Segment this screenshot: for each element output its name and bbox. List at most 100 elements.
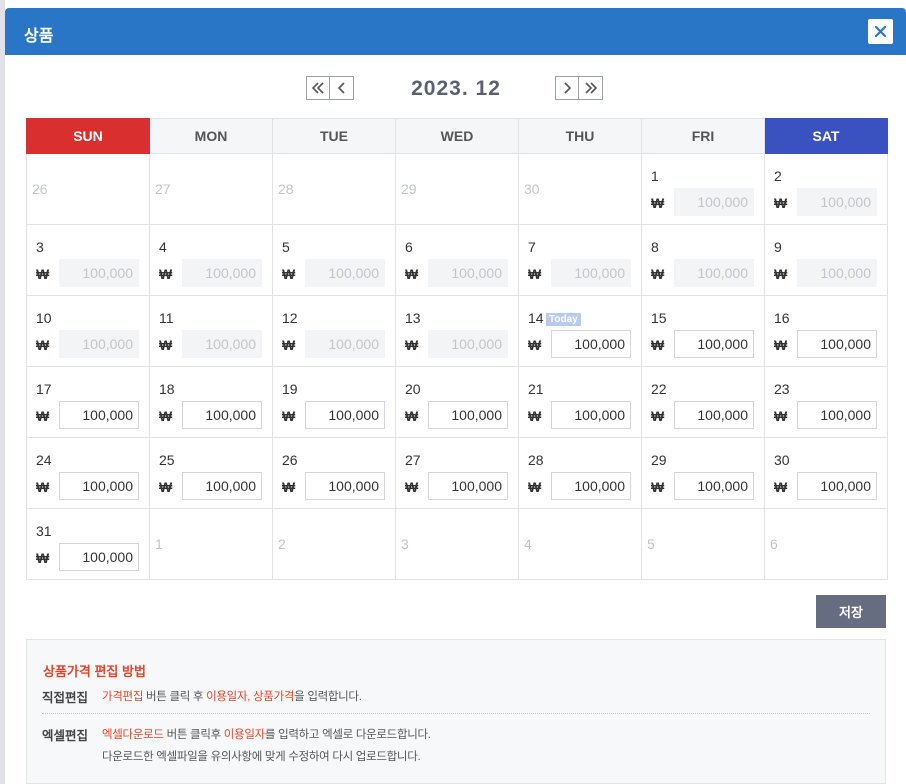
calendar-cell: 27 ₩ [395, 437, 519, 509]
price-input[interactable] [551, 472, 631, 500]
day-number: 27 [155, 181, 171, 197]
price-input[interactable] [59, 472, 139, 500]
won-symbol: ₩ [282, 479, 296, 495]
price-input[interactable] [674, 330, 754, 358]
day-number: 16 [774, 310, 790, 326]
excel-edit-label: 엑셀편집 [42, 729, 89, 743]
price-input[interactable] [797, 401, 877, 429]
price-input[interactable] [428, 472, 508, 500]
price-input[interactable] [797, 472, 877, 500]
won-symbol: ₩ [774, 479, 788, 495]
product-modal: 상품 2023. 12 SUN MON TUE WED THU FRI SAT … [5, 8, 906, 784]
calendar-cell: 28 ₩ [518, 437, 642, 509]
chevron-right-icon [564, 82, 572, 94]
calendar-cell-outside: 28 [272, 153, 396, 225]
price-input[interactable] [305, 401, 385, 429]
won-symbol: ₩ [774, 195, 788, 211]
prev-year-button[interactable] [306, 76, 330, 100]
price-input[interactable] [674, 472, 754, 500]
day-number: 26 [32, 181, 48, 197]
calendar-cell: 9 ₩ [764, 224, 888, 296]
calendar-cell: 10 ₩ [26, 295, 150, 367]
price-input [59, 259, 139, 287]
calendar-cell: 16 ₩ [764, 295, 888, 367]
day-number: 2 [774, 168, 782, 184]
day-number: 1 [155, 536, 163, 552]
price-input [797, 188, 877, 216]
save-button[interactable]: 저장 [816, 595, 886, 628]
excel-edit-highlight-2: 이용일자 [223, 729, 265, 741]
price-input[interactable] [674, 401, 754, 429]
calendar-cell: 8 ₩ [641, 224, 765, 296]
calendar-week-row: 17 ₩18 ₩19 ₩20 ₩21 ₩22 ₩23 ₩ [26, 366, 888, 438]
won-symbol: ₩ [282, 408, 296, 424]
direct-edit-label: 직접편집 [42, 691, 89, 705]
won-symbol: ₩ [651, 337, 665, 353]
day-number: 29 [401, 181, 417, 197]
price-input [674, 188, 754, 216]
day-number: 10 [36, 310, 52, 326]
weekday-tue: TUE [272, 118, 396, 154]
price-input [797, 259, 877, 287]
prev-month-button[interactable] [330, 76, 354, 100]
calendar-cell: 2 ₩ [764, 153, 888, 225]
month-title: 2023. 12 [411, 77, 501, 100]
won-symbol: ₩ [282, 337, 296, 353]
price-input[interactable] [182, 401, 262, 429]
price-input [428, 330, 508, 358]
calendar-cell-outside: 2 [272, 508, 396, 580]
weekday-fri: FRI [641, 118, 765, 154]
weekday-sun: SUN [26, 118, 150, 154]
day-number: 30 [524, 181, 540, 197]
next-month-button[interactable] [555, 76, 579, 100]
help-divider [42, 713, 870, 714]
day-number: 7 [528, 239, 536, 255]
calendar-cell: 29 ₩ [641, 437, 765, 509]
prev-nav [306, 76, 354, 100]
day-number: 29 [651, 452, 667, 468]
price-input[interactable] [182, 472, 262, 500]
day-number: 14 [528, 310, 544, 326]
price-input[interactable] [59, 543, 139, 571]
next-year-button[interactable] [579, 76, 603, 100]
won-symbol: ₩ [36, 550, 50, 566]
calendar-cell: 14 Today ₩ [518, 295, 642, 367]
day-number: 28 [528, 452, 544, 468]
won-symbol: ₩ [528, 266, 542, 282]
weekday-header-row: SUN MON TUE WED THU FRI SAT [26, 118, 888, 154]
chevron-left-icon [337, 82, 345, 94]
won-symbol: ₩ [528, 479, 542, 495]
excel-edit-text-2: 를 입력하고 엑셀로 다운로드합니다. [264, 729, 431, 741]
won-symbol: ₩ [36, 266, 50, 282]
price-input[interactable] [551, 330, 631, 358]
won-symbol: ₩ [651, 266, 665, 282]
calendar-cell-outside: 5 [641, 508, 765, 580]
calendar-cell: 30 ₩ [764, 437, 888, 509]
price-input[interactable] [59, 401, 139, 429]
calendar-week-row: 26272829301₩2₩ [26, 153, 888, 225]
calendar-cell: 19 ₩ [272, 366, 396, 438]
won-symbol: ₩ [36, 479, 50, 495]
day-number: 26 [282, 452, 298, 468]
calendar-cell: 1 ₩ [641, 153, 765, 225]
price-input[interactable] [551, 401, 631, 429]
won-symbol: ₩ [651, 479, 665, 495]
won-symbol: ₩ [774, 266, 788, 282]
won-symbol: ₩ [159, 266, 173, 282]
won-symbol: ₩ [528, 408, 542, 424]
calendar-week-row: 3₩4₩5₩6₩7₩8₩9₩ [26, 224, 888, 296]
calendar-cell: 26 ₩ [272, 437, 396, 509]
price-input[interactable] [305, 472, 385, 500]
day-number: 4 [159, 239, 167, 255]
price-input [59, 330, 139, 358]
calendar-cell-outside: 27 [149, 153, 273, 225]
won-symbol: ₩ [159, 479, 173, 495]
price-input[interactable] [428, 401, 508, 429]
calendar-week-row: 10 ₩11 ₩12 ₩13 ₩14Today ₩15 ₩16 ₩ [26, 295, 888, 367]
price-input [182, 330, 262, 358]
day-number: 5 [647, 536, 655, 552]
close-button[interactable] [868, 19, 893, 44]
price-input[interactable] [797, 330, 877, 358]
day-number: 15 [651, 310, 667, 326]
day-number: 22 [651, 381, 667, 397]
